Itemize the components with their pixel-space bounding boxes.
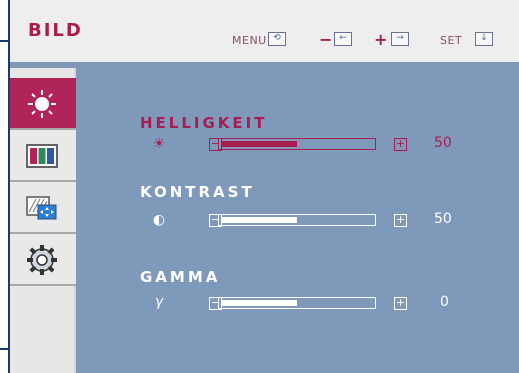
gamma-increase-button[interactable]: + [394,297,407,310]
set-hint-label: SET [440,34,463,47]
sidebar-item-color[interactable] [10,130,76,182]
contrast-increase-button[interactable]: + [394,214,407,227]
osd-header: BILD MENU ⟲ − ← + → SET ↓ [10,0,519,68]
contrast-icon: ◐ [152,212,166,228]
minus-hint-label: − [319,30,333,49]
menu-hint-label: MENU [232,34,267,47]
left-connector-bottom [0,348,8,350]
sun-icon [28,90,56,118]
page-title: BILD [28,20,83,41]
brightness-value: 50 [434,135,452,151]
sidebar-item-position[interactable] [10,182,76,234]
sun-small-icon: ☀ [152,136,166,152]
down-arrow-box-icon[interactable]: ↓ [475,32,493,46]
sidebar-item-setup[interactable] [10,234,76,286]
screen-position-icon [26,196,57,220]
contrast-slider-fill [221,217,297,223]
gamma-slider-fill [221,300,297,306]
gamma-value: 0 [440,294,449,310]
color-bars-icon [26,144,58,168]
contrast-label: KONTRAST [140,183,255,201]
contrast-value: 50 [434,211,452,227]
brightness-label: HELLIGKEIT [140,114,268,132]
sidebar-item-brightness[interactable] [10,78,76,130]
brightness-slider[interactable] [218,138,376,150]
osd-sidebar [10,68,76,373]
right-arrow-box-icon[interactable]: → [391,32,409,46]
brightness-increase-button[interactable]: + [394,138,407,151]
gear-icon [27,245,57,275]
contrast-slider[interactable] [218,214,376,226]
gamma-icon: γ [154,294,164,310]
left-arrow-box-icon[interactable]: ← [334,32,352,46]
left-connector-top [0,40,8,42]
osd-content-panel: HELLIGKEIT ☀ − + 50 KONTRAST ◐ − + 50 GA… [76,68,519,373]
plus-hint-label: + [374,30,388,49]
menu-exit-icon[interactable]: ⟲ [268,32,286,46]
gamma-label: GAMMA [140,268,221,286]
brightness-slider-fill [221,141,297,147]
gamma-slider[interactable] [218,297,376,309]
